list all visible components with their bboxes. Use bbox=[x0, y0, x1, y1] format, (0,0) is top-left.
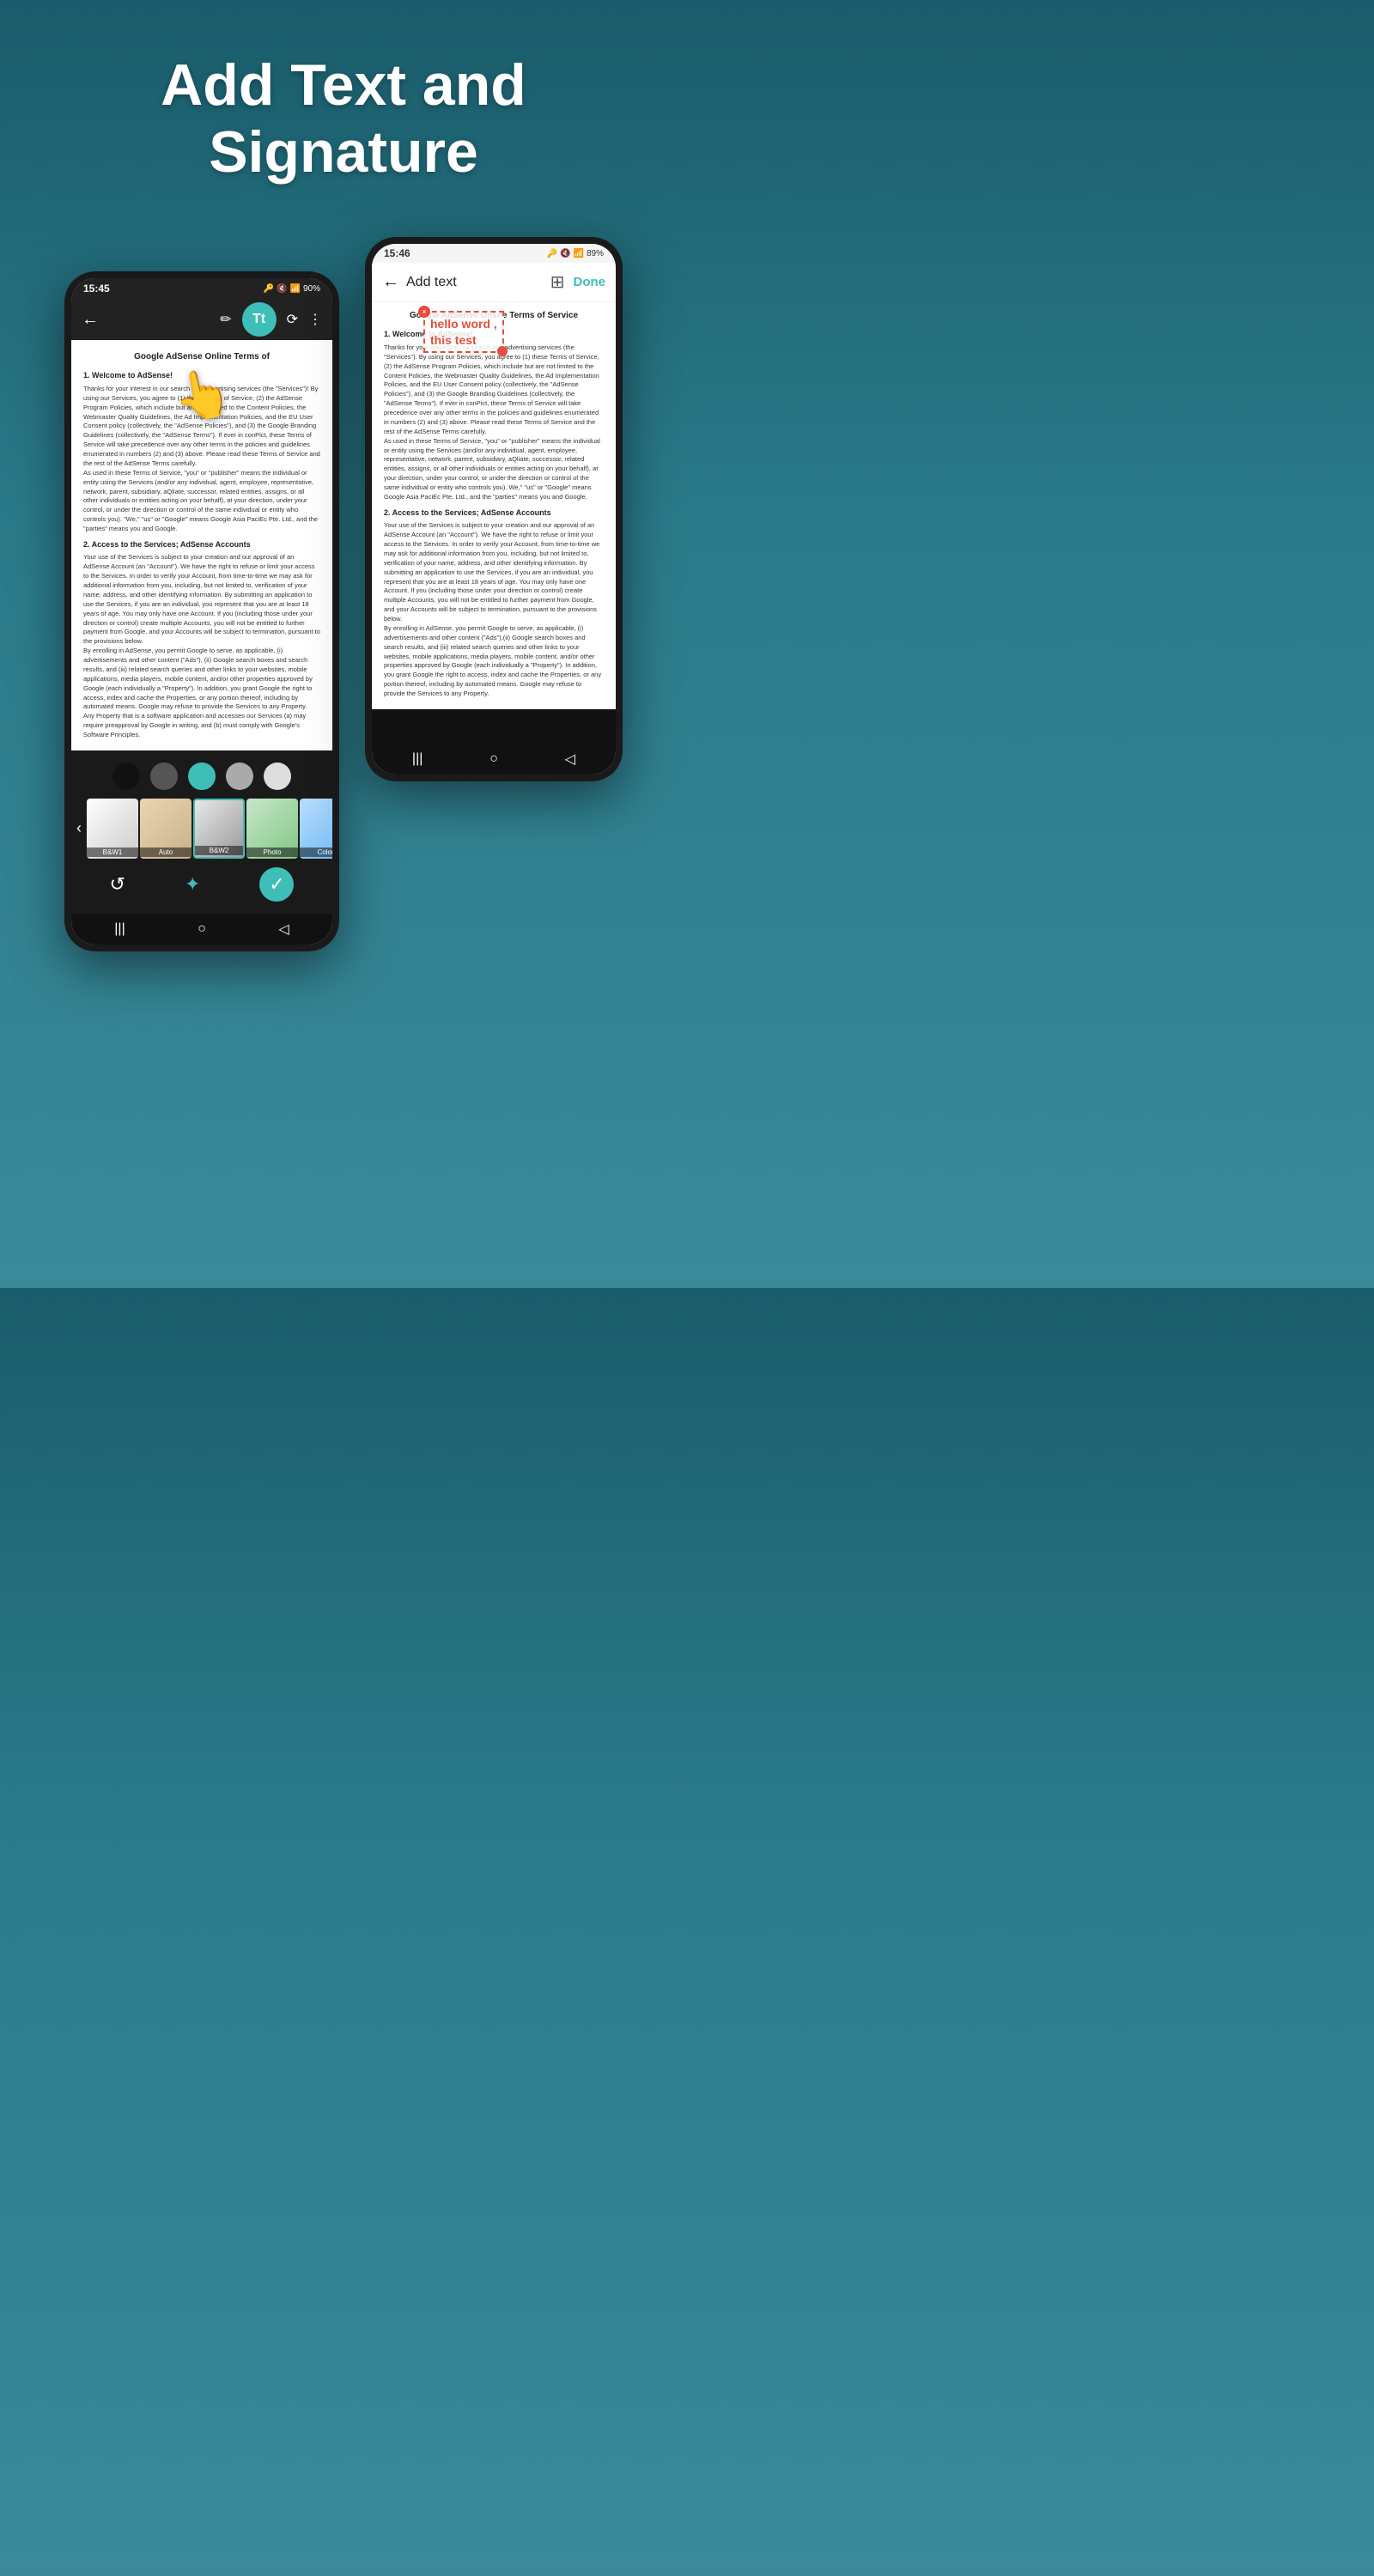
left-app-toolbar: ← ✏ Tt ⟳ ⋮ bbox=[71, 299, 332, 340]
left-sec4-text: Any Property that is a software applicat… bbox=[83, 712, 320, 740]
left-nav-home[interactable]: ○ bbox=[198, 921, 206, 937]
text-box-overlay[interactable]: × hello word ,this test bbox=[423, 311, 504, 352]
right-bottom-area bbox=[372, 709, 616, 744]
filter-thumb-photo[interactable]: Photo bbox=[246, 799, 298, 859]
left-sec2-text: Your use of the Services is subject to y… bbox=[83, 553, 320, 647]
filter-thumb-auto[interactable]: Auto bbox=[140, 799, 192, 859]
filter-thumb-bw2[interactable]: B&W2 bbox=[193, 799, 245, 859]
right-sec3-title: 2. Access to the Services; AdSense Accou… bbox=[384, 507, 604, 519]
thumb-color-label: Color bbox=[300, 848, 332, 857]
right-nav-menu[interactable]: ||| bbox=[412, 751, 423, 767]
right-nav-back[interactable]: ◁ bbox=[565, 750, 575, 768]
right-doc-content: × hello word ,this test Google AdSense O… bbox=[372, 302, 616, 709]
phones-container: 15:45 🔑 🔇 📶 90% ← ✏ Tt ⟳ ⋮ bbox=[0, 220, 687, 1003]
right-nav-bar: ||| ○ ◁ bbox=[372, 744, 616, 775]
title-line1: Add Text and bbox=[161, 52, 526, 118]
text-box-close-icon[interactable]: × bbox=[418, 306, 430, 318]
check-button[interactable]: ✓ bbox=[259, 867, 294, 902]
left-nav-bar: ||| ○ ◁ bbox=[71, 914, 332, 945]
right-phone: 15:46 🔑 🔇 📶 89% ← Add text ⊞ Done × bbox=[365, 237, 623, 781]
edit-pen-icon[interactable]: ✏ bbox=[220, 311, 231, 328]
page-title: Add Text and Signature bbox=[34, 52, 653, 185]
right-status-bar: 15:46 🔑 🔇 📶 89% bbox=[372, 244, 616, 263]
left-time: 15:45 bbox=[83, 283, 110, 295]
thumb-photo-label: Photo bbox=[246, 848, 298, 857]
right-add-icon[interactable]: ⊞ bbox=[550, 271, 565, 293]
tt-button[interactable]: Tt bbox=[242, 302, 277, 337]
filter-circle-4[interactable] bbox=[226, 762, 253, 790]
left-status-bar: 15:45 🔑 🔇 📶 90% bbox=[71, 278, 332, 299]
filter-strip: ‹ B&W1 Auto B&W2 Photo Color bbox=[71, 750, 332, 914]
filter-thumb-bw1[interactable]: B&W1 bbox=[87, 799, 138, 859]
right-sec1-text: Thanks for your interest in our search a… bbox=[384, 343, 604, 437]
left-status-icons: 🔑 🔇 📶 90% bbox=[264, 284, 320, 294]
filter-circle-1[interactable] bbox=[112, 762, 140, 790]
header-section: Add Text and Signature bbox=[0, 0, 687, 220]
left-nav-back[interactable]: ◁ bbox=[278, 920, 289, 938]
text-box-resize-handle[interactable] bbox=[497, 346, 508, 356]
thumb-bw2-label: B&W2 bbox=[195, 846, 243, 855]
right-back-button[interactable]: ← bbox=[382, 272, 399, 292]
overlay-text: hello word ,this test bbox=[430, 316, 497, 347]
bottom-section bbox=[0, 1003, 687, 1037]
right-sec2-text: As used in these Terms of Service, "you"… bbox=[384, 437, 604, 502]
right-sec4-text: By enrolling in AdSense, you permit Goog… bbox=[384, 624, 604, 699]
title-line2: Signature bbox=[209, 119, 478, 185]
right-done-button[interactable]: Done bbox=[574, 275, 606, 289]
filter-circle-5[interactable] bbox=[264, 762, 291, 790]
right-sec3-text: Your use of the Services is subject to y… bbox=[384, 521, 604, 624]
thumb-bw1-label: B&W1 bbox=[87, 848, 138, 857]
more-icon[interactable]: ⋮ bbox=[308, 311, 322, 328]
left-sec3-text: By enrolling in AdSense, you permit Goog… bbox=[83, 647, 320, 712]
left-nav-menu[interactable]: ||| bbox=[114, 921, 125, 937]
refresh-icon[interactable]: ↺ bbox=[110, 873, 125, 896]
left-doc-wrapper: Google AdSense Online Terms of 1. Welcom… bbox=[71, 340, 332, 750]
right-phone-screen: 15:46 🔑 🔇 📶 89% ← Add text ⊞ Done × bbox=[372, 244, 616, 775]
right-toolbar-title: Add text bbox=[406, 275, 550, 290]
left-phone-screen: 15:45 🔑 🔇 📶 90% ← ✏ Tt ⟳ ⋮ bbox=[71, 278, 332, 945]
magic-icon[interactable]: ✦ bbox=[185, 873, 200, 896]
right-time: 15:46 bbox=[384, 247, 410, 259]
right-status-icons: 🔑 🔇 📶 89% bbox=[547, 249, 604, 258]
check-icon: ✓ bbox=[269, 873, 284, 896]
filter-circles bbox=[71, 757, 332, 795]
crop-icon[interactable]: ⟳ bbox=[287, 311, 298, 328]
filter-thumbnails-row: ‹ B&W1 Auto B&W2 Photo Color bbox=[71, 795, 332, 862]
left-bottom-toolbar: ↺ ✦ ✓ bbox=[71, 862, 332, 907]
right-nav-home[interactable]: ○ bbox=[489, 751, 498, 767]
back-icon[interactable]: ← bbox=[82, 310, 99, 330]
filter-left-arrow[interactable]: ‹ bbox=[73, 819, 85, 837]
right-app-toolbar: ← Add text ⊞ Done bbox=[372, 263, 616, 302]
filter-circle-2[interactable] bbox=[150, 762, 178, 790]
thumb-auto-label: Auto bbox=[140, 848, 192, 857]
left-phone: 15:45 🔑 🔇 📶 90% ← ✏ Tt ⟳ ⋮ bbox=[64, 271, 339, 951]
left-doc-title: Google AdSense Online Terms of bbox=[83, 350, 320, 363]
filter-circle-3[interactable] bbox=[188, 762, 216, 790]
filter-thumb-color[interactable]: Color bbox=[300, 799, 332, 859]
